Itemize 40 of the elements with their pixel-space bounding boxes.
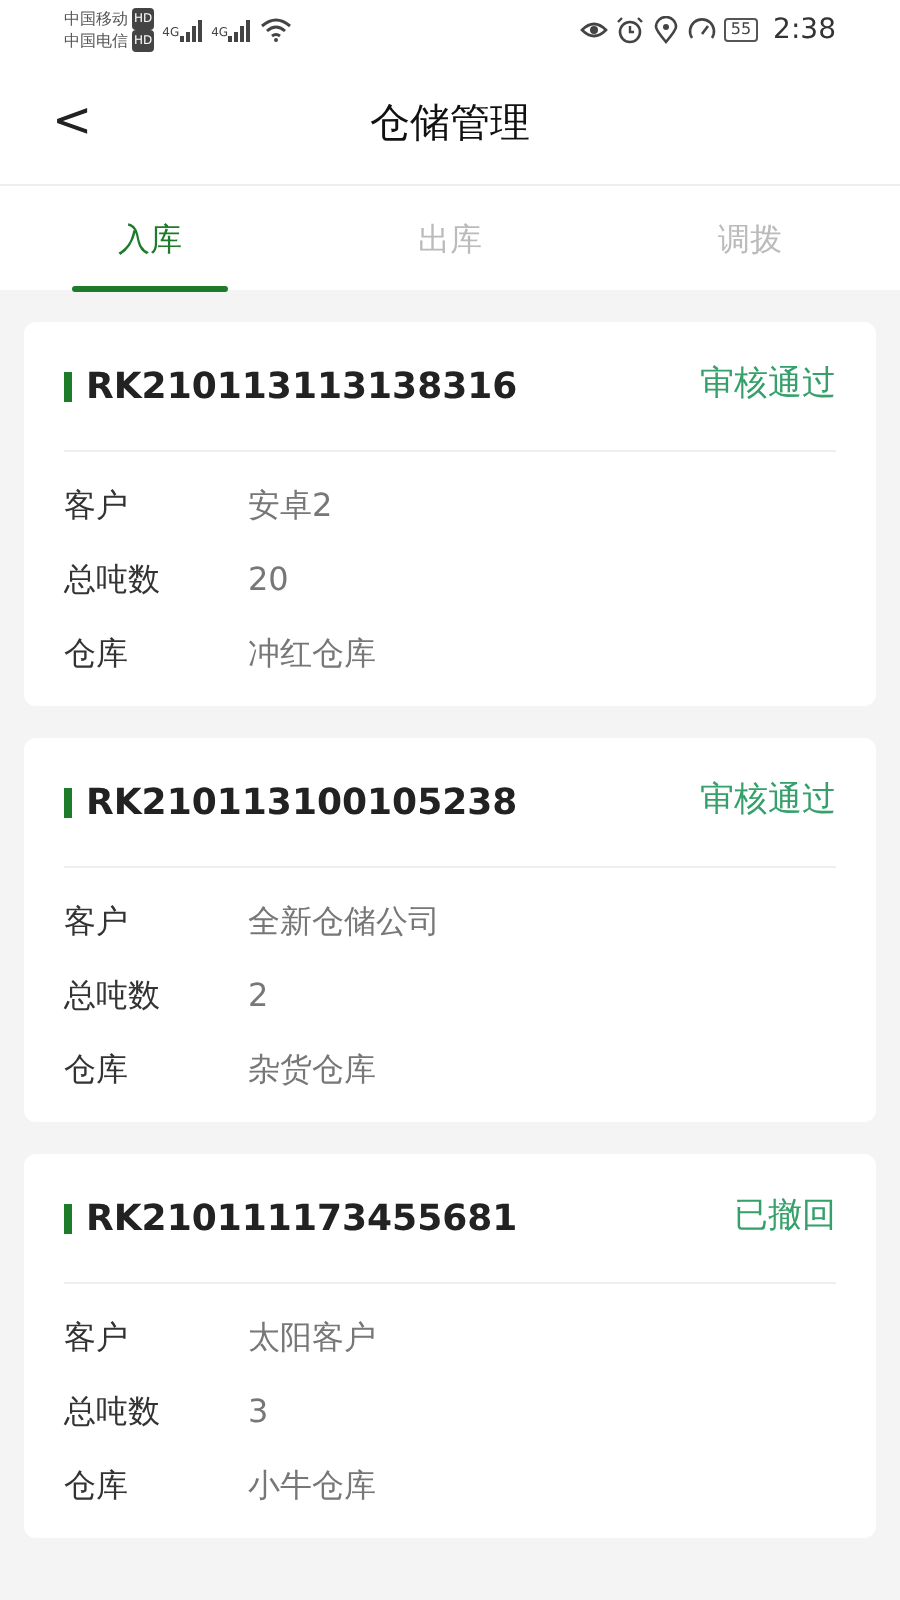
signal-icon (228, 19, 253, 41)
accent-bar (64, 371, 72, 401)
field-value: 安卓2 (248, 483, 333, 527)
field-value: 3 (248, 1389, 269, 1433)
page-title: 仓储管理 (370, 96, 530, 150)
field-label: 客户 (64, 483, 130, 527)
back-button[interactable]: < (40, 88, 105, 152)
field-value: 小牛仓库 (248, 1463, 376, 1507)
record-code: RK210111173455681 (86, 1195, 518, 1243)
field-value: 太阳客户 (248, 1315, 376, 1359)
field-label: 仓库 (64, 1463, 130, 1507)
accent-bar (64, 1203, 72, 1233)
field-value: 全新仓储公司 (248, 899, 440, 943)
carrier-name: 中国电信 (64, 30, 128, 52)
location-icon (652, 16, 681, 44)
record-code: RK210113100105238 (86, 779, 518, 827)
field-label: 仓库 (64, 631, 130, 675)
carrier-name: 中国移动 (64, 8, 128, 30)
status-label: 审核通过 (700, 778, 836, 825)
field-value: 杂货仓库 (248, 1047, 376, 1091)
accent-bar (64, 787, 72, 817)
alarm-icon (616, 16, 645, 44)
status-label: 已撤回 (734, 1194, 836, 1241)
field-label: 总吨数 (64, 1389, 162, 1433)
speedometer-icon (688, 16, 717, 44)
status-time: 2:38 (773, 11, 836, 49)
field-value: 2 (248, 973, 269, 1017)
status-label: 审核通过 (700, 362, 836, 409)
field-label: 总吨数 (64, 557, 162, 601)
field-value: 20 (248, 557, 289, 601)
wifi-icon (260, 18, 293, 42)
tab[interactable]: 入库 (0, 186, 300, 292)
field-value: 冲红仓库 (248, 631, 376, 675)
signal-icon (179, 19, 204, 41)
field-label: 客户 (64, 899, 130, 943)
field-label: 仓库 (64, 1047, 130, 1091)
battery-indicator: 55 (724, 18, 758, 42)
record-code: RK210113113138316 (86, 363, 518, 411)
field-label: 总吨数 (64, 973, 162, 1017)
field-label: 客户 (64, 1315, 130, 1359)
